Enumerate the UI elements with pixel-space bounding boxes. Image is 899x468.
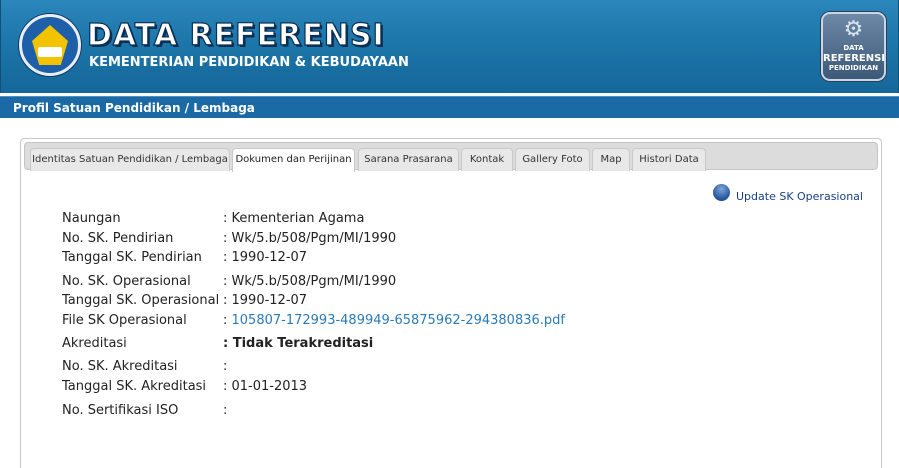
tab-bar: Identitas Satuan Pendidikan / Lembaga Do… (24, 142, 878, 172)
tab-map[interactable]: Map (592, 148, 630, 171)
section-title-bar: Profil Satuan Pendidikan / Lembaga (0, 96, 899, 118)
field-colon: : (223, 313, 232, 328)
field-label: No. SK. Operasional (62, 274, 191, 289)
profile-panel: Identitas Satuan Pendidikan / Lembaga Do… (20, 138, 882, 468)
field-label: No. Sertifikasi ISO (62, 403, 179, 418)
field-value: : Wk/5.b/508/Pgm/MI/1990 (223, 231, 397, 246)
update-sk-operasional-label: Update SK Operasional (736, 190, 863, 203)
data-referensi-badge[interactable]: ⚙ DATA REFERENSI PENDIDIKAN (821, 12, 886, 81)
tab-dokumen-perijinan[interactable]: Dokumen dan Perijinan (232, 148, 355, 172)
field-value: : (223, 403, 228, 418)
app-title: DATA REFERENSI (86, 17, 385, 53)
field-label: Tanggal SK. Pendirian (62, 250, 202, 265)
field-label: Tanggal SK. Operasional (62, 293, 220, 308)
field-value: : Tidak Terakreditasi (223, 336, 374, 351)
tab-histori-data[interactable]: Histori Data (632, 148, 706, 171)
field-label: No. SK. Akreditasi (62, 359, 178, 374)
field-label: File SK Operasional (62, 313, 187, 328)
field-label: Naungan (62, 211, 121, 226)
app-header: DATA REFERENSI KEMENTERIAN PENDIDIKAN & … (0, 0, 899, 93)
update-globe-icon (713, 184, 730, 201)
field-label: Akreditasi (62, 336, 127, 351)
gear-icon: ⚙ (843, 17, 864, 42)
field-value: : (223, 359, 228, 374)
file-sk-operasional-link[interactable]: 105807-172993-489949-65875962-294380836.… (232, 313, 565, 328)
field-value: : Wk/5.b/508/Pgm/MI/1990 (223, 274, 397, 289)
field-value: : 1990-12-07 (223, 293, 308, 308)
field-label: Tanggal SK. Akreditasi (62, 379, 207, 394)
tab-sarana-prasarana[interactable]: Sarana Prasarana (358, 148, 459, 171)
field-value: : Kementerian Agama (223, 211, 365, 226)
tab-gallery-foto[interactable]: Gallery Foto (515, 148, 590, 171)
field-value: : 105807-172993-489949-65875962-29438083… (223, 312, 565, 330)
tut-wuri-handayani-logo[interactable] (19, 14, 81, 76)
app-subtitle: KEMENTERIAN PENDIDIKAN & KEBUDAYAAN (89, 55, 409, 70)
badge-line-1: DATA (843, 44, 864, 52)
logo-emblem-shape (32, 25, 68, 65)
badge-line-3: PENDIDIKAN (828, 64, 879, 72)
tab-identitas[interactable]: Identitas Satuan Pendidikan / Lembaga (30, 148, 230, 171)
badge-line-2: REFERENSI (823, 53, 886, 64)
field-value: : 1990-12-07 (223, 250, 308, 265)
field-label: No. SK. Pendirian (62, 231, 174, 246)
tab-kontak[interactable]: Kontak (461, 148, 513, 171)
field-value: : 01-01-2013 (223, 379, 308, 394)
logo-book-shape (38, 47, 62, 57)
